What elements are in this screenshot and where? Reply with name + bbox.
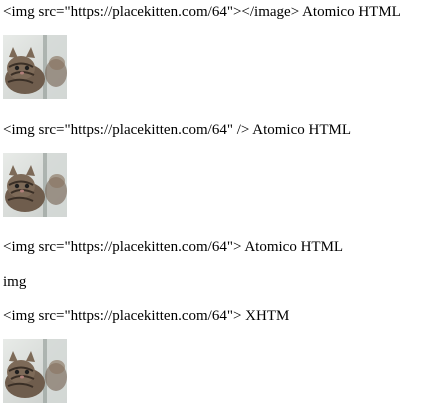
caption-3: <img src="https://placekitten.com/64"> A…	[3, 239, 344, 255]
kitten-image-2	[3, 153, 67, 217]
kitten-image-1	[3, 35, 67, 99]
caption-1: <img src="https://placekitten.com/64"></…	[3, 4, 401, 20]
caption-2: <img src="https://placekitten.com/64" />…	[3, 122, 351, 138]
caption-4: img	[3, 274, 27, 290]
kitten-image-3	[3, 339, 67, 403]
caption-5: <img src="https://placekitten.com/64"> X…	[3, 308, 290, 324]
